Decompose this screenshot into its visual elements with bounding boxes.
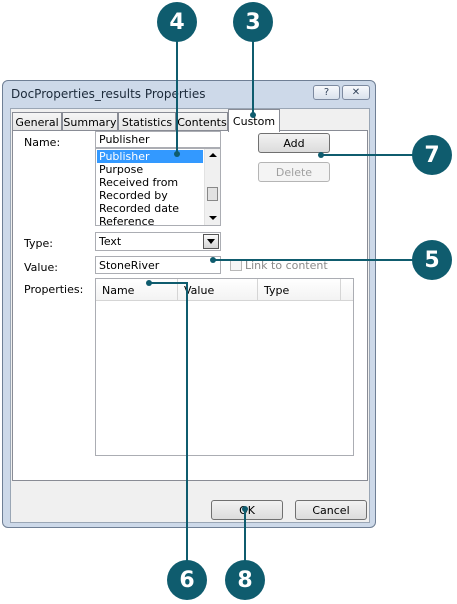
properties-label: Properties:	[24, 283, 84, 296]
column-header-value[interactable]: Value	[178, 279, 258, 301]
list-item[interactable]: Publisher	[97, 150, 203, 163]
type-select-value: Text	[99, 235, 122, 248]
properties-dialog: DocProperties_results Properties ? ✕ Gen…	[2, 80, 376, 528]
name-input[interactable]: Publisher	[95, 131, 221, 148]
list-item[interactable]: Recorded date	[97, 202, 203, 215]
custom-panel: Name: Publisher Publisher Purpose Receiv…	[12, 130, 368, 481]
cancel-button[interactable]: Cancel	[295, 500, 367, 520]
type-select[interactable]: Text	[95, 232, 221, 251]
properties-header: Name Value Type	[96, 279, 353, 301]
callout-dot-5	[210, 257, 216, 263]
column-header-type[interactable]: Type	[258, 279, 341, 301]
list-item[interactable]: Received from	[97, 176, 203, 189]
add-button[interactable]: Add	[258, 133, 330, 153]
type-label: Type:	[24, 237, 53, 250]
callout-5: 5	[412, 240, 452, 280]
callout-line-5	[212, 259, 420, 261]
callout-4: 4	[157, 2, 197, 42]
callout-dot-6	[146, 280, 152, 286]
delete-button[interactable]: Delete	[258, 162, 330, 182]
callout-dot-7	[318, 152, 324, 158]
callout-6: 6	[167, 560, 207, 600]
name-suggestion-list[interactable]: Publisher Purpose Received from Recorded…	[95, 148, 221, 226]
list-item[interactable]: Recorded by	[97, 189, 203, 202]
callout-7: 7	[412, 135, 452, 175]
callout-line-6-v	[186, 282, 188, 564]
close-button[interactable]: ✕	[342, 85, 370, 100]
list-scrollbar[interactable]	[204, 149, 220, 225]
list-item[interactable]: Reference	[97, 215, 203, 225]
help-button[interactable]: ?	[313, 85, 340, 100]
callout-line-6-h	[148, 282, 188, 284]
scroll-up-icon[interactable]	[209, 152, 217, 158]
value-input[interactable]: StoneRiver	[95, 256, 221, 274]
type-dropdown-button[interactable]	[203, 234, 219, 249]
list-item[interactable]: Purpose	[97, 163, 203, 176]
callout-dot-4	[174, 151, 180, 157]
scroll-thumb[interactable]	[207, 187, 218, 201]
chevron-down-icon	[207, 239, 215, 244]
tab-contents[interactable]: Contents	[176, 112, 228, 131]
scroll-down-icon[interactable]	[209, 215, 217, 221]
tab-summary[interactable]: Summary	[62, 112, 118, 131]
callout-8: 8	[225, 560, 265, 600]
callout-dot-3	[250, 112, 256, 118]
callout-line-8	[244, 508, 246, 564]
value-label: Value:	[24, 261, 58, 274]
callout-line-7	[320, 154, 420, 156]
tab-general[interactable]: General	[12, 112, 62, 131]
tab-statistics[interactable]: Statistics	[118, 112, 176, 131]
name-label: Name:	[24, 136, 61, 149]
callout-3: 3	[233, 2, 273, 42]
callout-dot-8	[242, 506, 248, 512]
dialog-client: General Summary Statistics Contents Cust…	[10, 108, 370, 523]
properties-list[interactable]: Name Value Type	[95, 278, 354, 456]
